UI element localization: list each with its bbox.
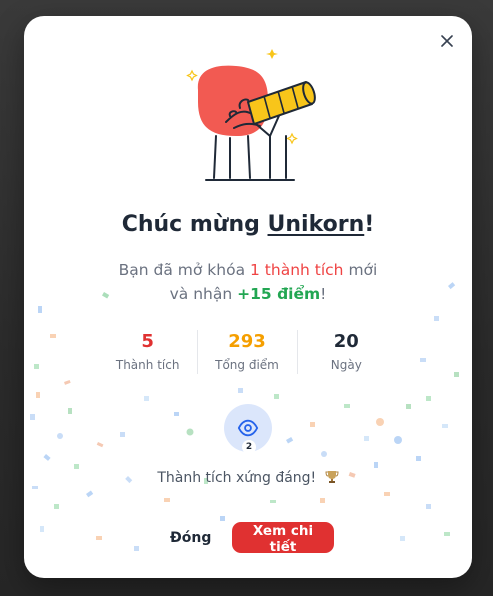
stat-label: Tổng điểm <box>215 358 279 372</box>
message-text: ! <box>320 285 327 303</box>
badge-count: 2 <box>242 440 256 454</box>
stat-label: Ngày <box>330 358 362 372</box>
achievement-message: Bạn đã mở khóa 1 thành tích mới và nhận … <box>24 258 472 306</box>
achievement-count-text: 1 thành tích <box>250 261 344 279</box>
dialog-title: Chúc mừng Unikorn! <box>24 212 472 237</box>
telescope-illustration <box>186 49 316 181</box>
stat-achievements: 5 Thành tích <box>98 330 197 376</box>
close-button[interactable] <box>436 30 458 52</box>
praise-text: Thành tích xứng đáng! <box>157 470 317 486</box>
message-line-1: Bạn đã mở khóa 1 thành tích mới <box>24 258 472 282</box>
eye-icon <box>237 419 259 437</box>
close-icon <box>441 35 453 47</box>
stat-value: 5 <box>141 331 154 352</box>
stat-value: 293 <box>228 331 266 352</box>
sparkle-icon <box>186 69 198 82</box>
message-text: Bạn đã mở khóa <box>118 261 251 279</box>
praise-message: Thành tích xứng đáng! <box>24 470 472 486</box>
star-icon <box>266 49 278 59</box>
message-text: và nhận <box>169 285 238 303</box>
username-link[interactable]: Unikorn <box>268 212 365 237</box>
achievement-dialog: Chúc mừng Unikorn! Bạn đã mở khóa 1 thàn… <box>24 16 472 578</box>
trophy-icon <box>325 471 339 483</box>
message-text: mới <box>343 261 378 279</box>
stat-days: 20 Ngày <box>296 330 396 376</box>
sparkle-icon <box>286 132 298 145</box>
stat-value: 20 <box>333 331 359 352</box>
stats-row: 5 Thành tích 293 Tổng điểm 20 Ngày <box>98 330 396 376</box>
title-suffix: ! <box>364 212 375 237</box>
message-line-2: và nhận +15 điểm! <box>24 282 472 306</box>
view-details-button[interactable]: Xem chi tiết <box>232 522 334 555</box>
stat-total-points: 293 Tổng điểm <box>197 330 296 376</box>
close-dialog-button[interactable]: Đóng <box>164 522 216 554</box>
title-prefix: Chúc mừng <box>121 212 268 237</box>
stat-label: Thành tích <box>115 358 180 372</box>
points-text: +15 điểm <box>237 285 321 303</box>
